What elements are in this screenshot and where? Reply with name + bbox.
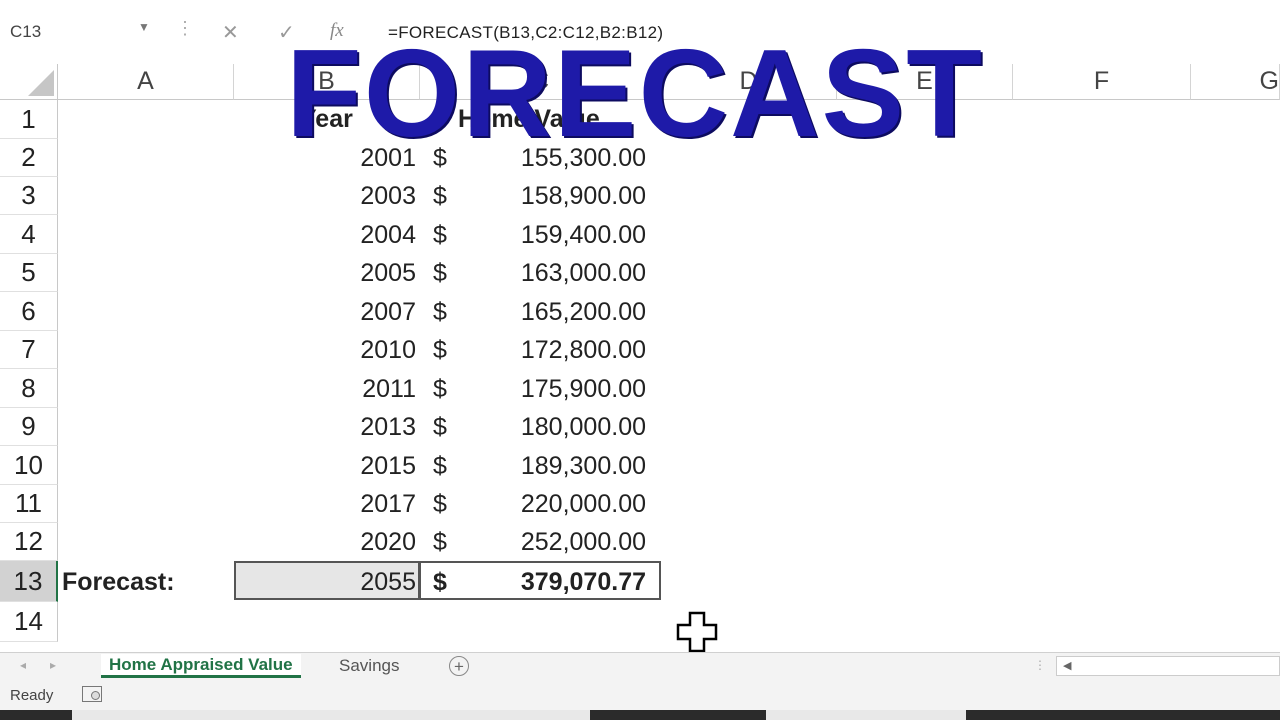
cell-c13-forecast-value[interactable]: 379,070.77 <box>446 568 646 597</box>
cell-home-value[interactable]: 165,200.00 <box>446 298 646 327</box>
cell-year[interactable]: 2004 <box>246 221 416 250</box>
status-bar: Ready <box>0 679 1280 710</box>
cancel-icon[interactable]: ✕ <box>222 20 239 45</box>
forecast-overlay-title: FORECAST <box>286 25 984 163</box>
cell-home-value[interactable]: 159,400.00 <box>446 221 646 250</box>
tab-scroll-right-icon[interactable]: ▸ <box>50 658 56 672</box>
scroll-left-arrow-icon[interactable]: ◀ <box>1063 659 1071 672</box>
row-header-13[interactable]: 13 <box>0 561 58 602</box>
cell-home-value[interactable]: 172,800.00 <box>446 336 646 365</box>
row-header-10[interactable]: 10 <box>0 446 58 485</box>
column-header-g[interactable]: G <box>1191 64 1280 100</box>
cell-home-value[interactable]: 163,000.00 <box>446 259 646 288</box>
formula-bar-grip-icon: ⋮ <box>176 18 194 38</box>
taskbar-segment <box>72 710 590 720</box>
cell-b13-forecast-year[interactable]: 2055 <box>246 568 416 597</box>
row-header-1[interactable]: 1 <box>0 100 58 139</box>
row-header-11[interactable]: 11 <box>0 485 58 523</box>
cell-a13-forecast-label[interactable]: Forecast: <box>62 568 175 597</box>
row-header-6[interactable]: 6 <box>0 292 58 331</box>
column-header-f[interactable]: F <box>1013 64 1191 100</box>
status-ready: Ready <box>10 687 54 704</box>
row-header-14[interactable]: 14 <box>0 602 58 642</box>
cell-home-value[interactable]: 180,000.00 <box>446 413 646 442</box>
cell-home-value[interactable]: 158,900.00 <box>446 182 646 211</box>
select-all-corner[interactable] <box>0 64 58 100</box>
tab-scroll-left-icon[interactable]: ◂ <box>20 658 26 672</box>
cell-home-value[interactable]: 252,000.00 <box>446 528 646 557</box>
taskbar-segment <box>766 710 966 720</box>
row-header-3[interactable]: 3 <box>0 177 58 215</box>
cell-year[interactable]: 2015 <box>246 452 416 481</box>
add-sheet-icon[interactable]: + <box>449 656 469 676</box>
cell-home-value[interactable]: 189,300.00 <box>446 452 646 481</box>
row-header-2[interactable]: 2 <box>0 139 58 177</box>
row-header-12[interactable]: 12 <box>0 523 58 561</box>
tab-home-appraised-value[interactable]: Home Appraised Value <box>101 654 301 678</box>
cell-year[interactable]: 2010 <box>246 336 416 365</box>
name-box-dropdown-icon[interactable]: ▼ <box>138 20 150 34</box>
horizontal-scrollbar[interactable]: ◀ <box>1056 656 1280 676</box>
cell-year[interactable]: 2011 <box>246 375 416 404</box>
cell-home-value[interactable]: 175,900.00 <box>446 375 646 404</box>
tab-savings[interactable]: Savings <box>331 654 407 678</box>
tab-splitter-icon[interactable]: ⋮ <box>1034 658 1046 672</box>
row-header-8[interactable]: 8 <box>0 369 58 408</box>
row-header-5[interactable]: 5 <box>0 254 58 292</box>
cell-year[interactable]: 2013 <box>246 413 416 442</box>
cell-year[interactable]: 2007 <box>246 298 416 327</box>
cell-year[interactable]: 2003 <box>246 182 416 211</box>
cell-home-value[interactable]: 220,000.00 <box>446 490 646 519</box>
row-header-4[interactable]: 4 <box>0 215 58 254</box>
cell-year[interactable]: 2017 <box>246 490 416 519</box>
cell-cursor-icon <box>676 611 718 653</box>
sheet-tabs-bar: ◂ ▸ Home Appraised Value Savings + ⋮ ◀ <box>0 652 1280 679</box>
macro-record-icon[interactable] <box>82 686 102 702</box>
row-header-9[interactable]: 9 <box>0 408 58 446</box>
cell-year[interactable]: 2005 <box>246 259 416 288</box>
name-box[interactable]: C13 <box>10 22 41 42</box>
column-header-a[interactable]: A <box>58 64 234 100</box>
row-header-7[interactable]: 7 <box>0 331 58 369</box>
cell-year[interactable]: 2020 <box>246 528 416 557</box>
